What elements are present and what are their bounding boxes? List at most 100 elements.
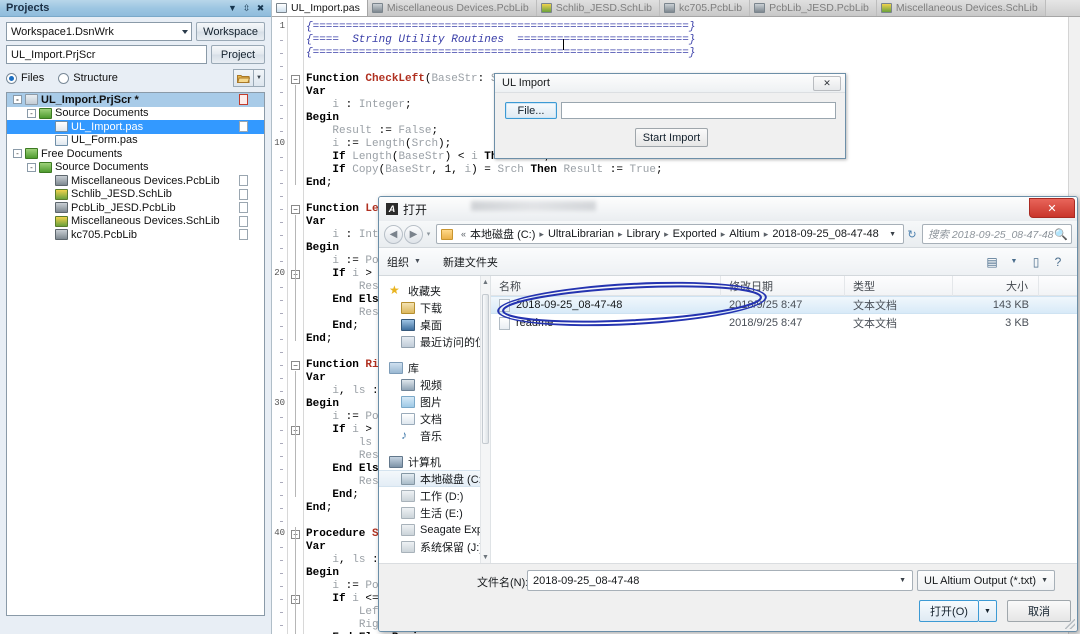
open-button-dropdown-icon[interactable]: ▼: [979, 600, 997, 622]
ul-import-close-icon[interactable]: ✕: [813, 75, 841, 91]
list-view-icon[interactable]: ▤: [981, 252, 1003, 272]
cancel-button[interactable]: 取消: [1007, 600, 1071, 622]
chevron-down-icon[interactable]: ▼: [1037, 577, 1052, 584]
tree-item[interactable]: Miscellaneous Devices.SchLib: [7, 215, 264, 229]
breadcrumb-item-4[interactable]: Altium: [729, 228, 760, 240]
open-dialog-titlebar[interactable]: A 打开 ✕: [379, 197, 1077, 221]
column-header-size[interactable]: 大小: [953, 276, 1039, 296]
filetype-select[interactable]: UL Altium Output (*.txt) ▼: [917, 570, 1055, 591]
open-folder-icon[interactable]: [233, 69, 253, 87]
fold-toggle-icon[interactable]: −: [291, 75, 300, 84]
ul-import-titlebar[interactable]: UL Import ✕: [495, 74, 845, 93]
breadcrumb-item-1[interactable]: UltraLibrarian: [548, 228, 614, 240]
sidebar-scrollbar[interactable]: ▲ ▼: [480, 276, 490, 563]
places-list[interactable]: ★ 收藏夹 下载 桌面 最近访问的位置库视频 图片 文档 ♪ 音乐计算机 本地磁盘 (C:) 工作 …: [379, 282, 490, 555]
tab-5[interactable]: Miscellaneous Devices.SchLib: [876, 0, 1046, 16]
tree-item[interactable]: - Source Documents: [7, 107, 264, 121]
tree-item[interactable]: Schlib_JESD.SchLib: [7, 188, 264, 202]
tree-item[interactable]: - Source Documents: [7, 161, 264, 175]
sidebar-item[interactable]: 图片: [379, 393, 490, 410]
file-list[interactable]: 名称 修改日期 类型 大小 2018-09-25_08-47-48 2018/9/…: [491, 276, 1077, 563]
sidebar-item[interactable]: 本地磁盘 (C:): [379, 470, 490, 487]
radio-structure[interactable]: Structure: [58, 72, 118, 84]
file-rows[interactable]: 2018-09-25_08-47-48 2018/9/25 8:47 文本文档 143…: [491, 296, 1077, 332]
refresh-icon[interactable]: ↻: [904, 224, 920, 244]
tab-0[interactable]: UL_Import.pas: [272, 0, 368, 16]
sidebar-item[interactable]: ★ 收藏夹: [379, 282, 490, 299]
project-combo[interactable]: UL_Import.PrjScr: [6, 45, 207, 64]
panel-close-icon[interactable]: ✖: [254, 2, 267, 15]
scroll-down-arrow-icon[interactable]: ▼: [481, 551, 490, 563]
chevron-down-icon[interactable]: ▼: [895, 577, 910, 584]
project-button[interactable]: Project: [211, 45, 265, 64]
panel-pin-icon[interactable]: ⇳: [240, 2, 253, 15]
sidebar-item[interactable]: Seagate Expansi: [379, 521, 490, 538]
breadcrumb-item-5[interactable]: 2018-09-25_08-47-48: [772, 228, 878, 240]
resize-grip[interactable]: [1065, 619, 1075, 629]
tree-item[interactable]: kc705.PcbLib: [7, 228, 264, 242]
tree-item[interactable]: UL_Import.pas: [7, 120, 264, 134]
workspace-button[interactable]: Workspace: [196, 22, 265, 41]
tab-3[interactable]: kc705.PcbLib: [660, 0, 751, 16]
sidebar-item[interactable]: 工作 (D:): [379, 487, 490, 504]
sidebar-item[interactable]: 桌面: [379, 316, 490, 333]
sidebar-item[interactable]: 生活 (E:): [379, 504, 490, 521]
back-button[interactable]: ◀: [384, 224, 403, 244]
workspace-combo[interactable]: Workspace1.DsnWrk: [6, 22, 193, 41]
sidebar-item[interactable]: 视频: [379, 376, 490, 393]
radio-files[interactable]: Files: [6, 72, 44, 84]
new-folder-button[interactable]: 新建文件夹: [443, 254, 498, 270]
tab-2[interactable]: Schlib_JESD.SchLib: [536, 0, 661, 16]
breadcrumb-item-2[interactable]: Library: [627, 228, 661, 240]
tree-item[interactable]: - UL_Import.PrjScr *: [7, 93, 264, 107]
column-header-modified[interactable]: 修改日期: [721, 276, 845, 296]
breadcrumb-item-3[interactable]: Exported: [673, 228, 717, 240]
tree-item[interactable]: UL_Form.pas: [7, 134, 264, 148]
sidebar-item[interactable]: 计算机: [379, 453, 490, 470]
open-button[interactable]: 打开(O): [919, 600, 979, 622]
tree-item[interactable]: - Free Documents: [7, 147, 264, 161]
filename-input[interactable]: 2018-09-25_08-47-48 ▼: [527, 570, 913, 591]
view-chevron-down-icon[interactable]: ▼: [1003, 252, 1025, 272]
sidebar-item[interactable]: 最近访问的位置: [379, 333, 490, 350]
panel-toolbar-chevron-icon[interactable]: ▼: [253, 69, 265, 87]
organize-button[interactable]: 组织 ▼: [387, 254, 421, 270]
tree-expander-icon[interactable]: -: [27, 108, 36, 118]
document-tabbar[interactable]: UL_Import.pas Miscellaneous Devices.PcbLi…: [272, 0, 1080, 17]
project-tree[interactable]: - UL_Import.PrjScr * - Source Documents UL_I…: [6, 92, 265, 616]
tab-4[interactable]: PcbLib_JESD.PcbLib: [750, 0, 877, 16]
fold-toggle-icon[interactable]: −: [291, 205, 300, 214]
help-icon[interactable]: ?: [1047, 252, 1069, 272]
ul-import-file-input[interactable]: [561, 102, 836, 119]
places-sidebar[interactable]: ★ 收藏夹 下载 桌面 最近访问的位置库视频 图片 文档 ♪ 音乐计算机 本地磁盘 (C:) 工作 …: [379, 276, 491, 563]
sidebar-item[interactable]: 系统保留 (J:): [379, 538, 490, 555]
open-dialog-close-button[interactable]: ✕: [1029, 198, 1075, 218]
ul-import-start-button[interactable]: Start Import: [635, 128, 708, 147]
tree-expander-icon[interactable]: -: [13, 149, 22, 159]
tree-item[interactable]: Miscellaneous Devices.PcbLib: [7, 174, 264, 188]
breadcrumb-item-0[interactable]: 本地磁盘 (C:): [470, 226, 535, 242]
sidebar-item[interactable]: 文档: [379, 410, 490, 427]
file-row[interactable]: readme 2018/9/25 8:47 文本文档 3 KB: [491, 314, 1077, 332]
fold-toggle-icon[interactable]: −: [291, 361, 300, 370]
ul-import-file-button[interactable]: File...: [505, 102, 557, 119]
breadcrumb-chevron-down-icon[interactable]: ▼: [884, 231, 901, 238]
recent-locations-chevron-icon[interactable]: ▾: [424, 225, 433, 244]
column-header-type[interactable]: 类型: [845, 276, 953, 296]
tree-expander-icon[interactable]: -: [13, 95, 22, 105]
tab-1[interactable]: Miscellaneous Devices.PcbLib: [367, 0, 537, 16]
column-header-name[interactable]: 名称: [491, 276, 721, 296]
tree-expander-icon[interactable]: -: [27, 162, 36, 172]
forward-button[interactable]: ▶: [404, 224, 423, 244]
code-folding-gutter[interactable]: −−−−−−−: [288, 17, 304, 634]
sidebar-item[interactable]: 下载: [379, 299, 490, 316]
scrollbar-thumb[interactable]: [482, 294, 489, 444]
tree-item[interactable]: PcbLib_JESD.PcbLib: [7, 201, 264, 215]
breadcrumb[interactable]: « 本地磁盘 (C:) ▸ UltraLibrarian ▸ Library ▸…: [436, 224, 904, 244]
sidebar-item[interactable]: ♪ 音乐: [379, 427, 490, 444]
search-input[interactable]: 搜索 2018-09-25_08-47-48 🔍: [922, 224, 1072, 244]
scroll-up-arrow-icon[interactable]: ▲: [481, 276, 490, 288]
sidebar-item[interactable]: 库: [379, 359, 490, 376]
panel-menu-chevron-icon[interactable]: ▼: [226, 2, 239, 15]
preview-pane-icon[interactable]: ▯: [1025, 252, 1047, 272]
